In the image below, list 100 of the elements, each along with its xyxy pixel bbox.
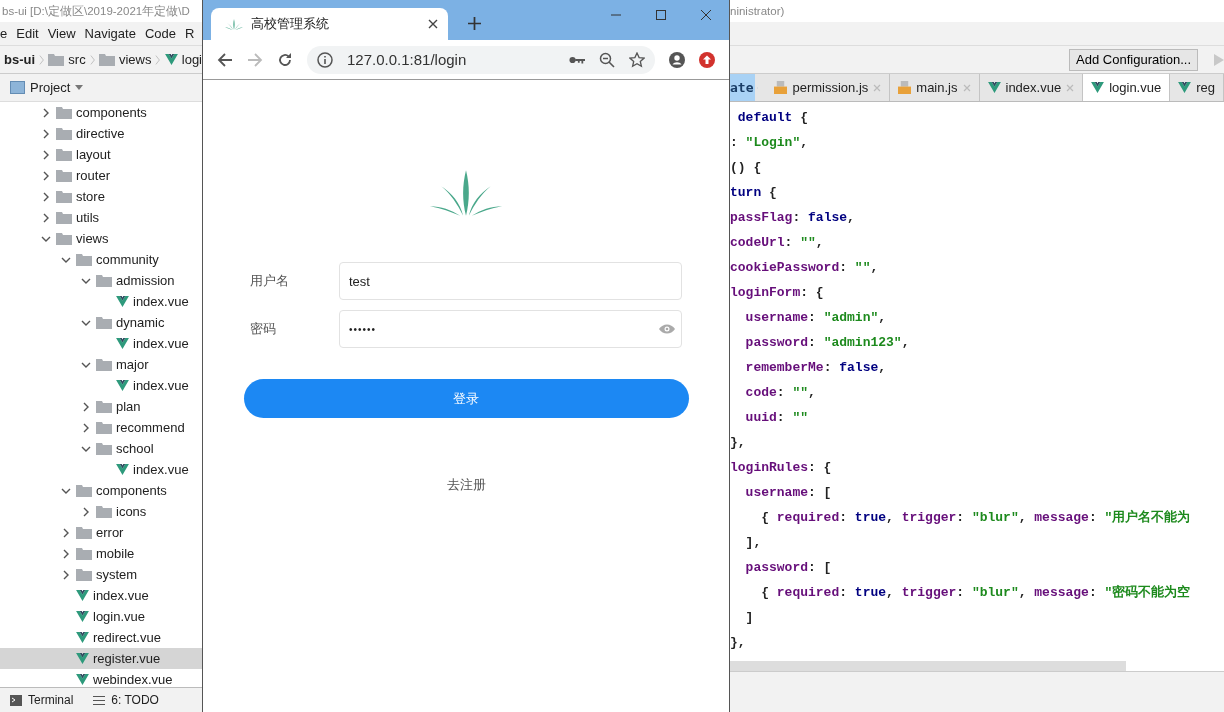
chevron-icon[interactable]	[41, 107, 51, 118]
vue-file-icon	[116, 380, 129, 391]
js-file-icon	[898, 81, 912, 94]
folder-icon	[76, 253, 92, 266]
vue-file-icon	[116, 338, 129, 349]
chevron-icon[interactable]	[61, 548, 71, 559]
tree-item[interactable]: store	[0, 186, 202, 207]
tree-item[interactable]: login.vue	[0, 606, 202, 627]
login-button[interactable]: 登录	[243, 379, 689, 418]
menu-item[interactable]: Navigate	[84, 26, 136, 41]
tree-item[interactable]: recommend	[0, 417, 202, 438]
vue-file-icon	[76, 611, 89, 622]
vue-file-icon	[76, 590, 89, 601]
list-icon	[93, 694, 106, 706]
chevron-icon[interactable]	[41, 149, 51, 160]
update-icon[interactable]	[699, 51, 715, 68]
tree-item[interactable]: register.vue	[0, 648, 202, 669]
vue-file-icon	[1178, 82, 1192, 93]
zoom-out-icon[interactable]	[599, 51, 615, 68]
chevron-icon[interactable]	[41, 191, 51, 202]
field-label: 密码	[250, 320, 277, 338]
tree-item[interactable]: utils	[0, 207, 202, 228]
menu-item[interactable]: Code	[144, 26, 176, 41]
tree-item[interactable]: index.vue	[0, 585, 202, 606]
tree-item[interactable]: community	[0, 249, 202, 270]
code-line: username: "admin",	[744, 309, 888, 327]
tool-window-tab[interactable]: Terminal	[10, 693, 74, 707]
folder-icon	[76, 547, 92, 560]
address-bar[interactable]: 127.0.0.1:81/login	[307, 45, 655, 74]
close-icon[interactable]	[701, 10, 711, 20]
vue-file-icon	[987, 82, 1001, 93]
code-line: loginRules: {	[730, 459, 833, 477]
run-configuration-button[interactable]: Add Configuration...	[1069, 48, 1198, 71]
code-line: ]	[744, 609, 755, 627]
tree-item[interactable]: major	[0, 354, 202, 375]
folder-icon	[56, 232, 72, 245]
chevron-icon[interactable]	[61, 569, 71, 580]
tree-item[interactable]: webindex.vue	[0, 669, 202, 687]
chevron-icon[interactable]	[81, 506, 91, 517]
folder-icon	[96, 316, 112, 329]
breadcrumb-item[interactable]: ate	[730, 74, 756, 101]
chevron-icon[interactable]	[41, 128, 51, 139]
folder-icon	[96, 358, 112, 371]
editor-tab[interactable]: login.vue	[1083, 74, 1171, 101]
tree-item[interactable]: icons	[0, 501, 202, 522]
tree-item[interactable]: system	[0, 564, 202, 585]
breadcrumb-item[interactable]: src	[68, 52, 86, 67]
tree-item[interactable]: components	[0, 102, 202, 123]
tree-item[interactable]: plan	[0, 396, 202, 417]
close-icon[interactable]	[428, 19, 438, 29]
menu-item[interactable]: R	[185, 26, 195, 41]
chevron-icon[interactable]	[81, 401, 91, 412]
tree-item[interactable]: mobile	[0, 543, 202, 564]
breadcrumb-item[interactable]: logi	[181, 52, 202, 67]
register-link[interactable]: 去注册	[446, 476, 486, 494]
tree-item[interactable]: admission	[0, 270, 202, 291]
chevron-icon[interactable]	[81, 422, 91, 433]
chevron-icon[interactable]	[41, 212, 51, 223]
username-field[interactable]: test	[339, 262, 682, 300]
panel-title[interactable]: Project	[30, 80, 71, 95]
vue-file-icon	[1091, 82, 1105, 93]
tree-item[interactable]: school	[0, 438, 202, 459]
star-icon[interactable]	[629, 51, 645, 68]
chevron-right-icon	[155, 53, 161, 66]
tree-item[interactable]: components	[0, 480, 202, 501]
tree-item[interactable]: router	[0, 165, 202, 186]
editor-tab[interactable]: permission.js	[766, 74, 891, 101]
tree-item[interactable]: index.vue	[0, 375, 202, 396]
info-icon	[317, 51, 333, 68]
tree-item[interactable]: layout	[0, 144, 202, 165]
chevron-icon[interactable]	[41, 170, 51, 181]
tree-item[interactable]: views	[0, 228, 202, 249]
folder-icon	[98, 53, 115, 66]
tree-item[interactable]: error	[0, 522, 202, 543]
tree-item[interactable]: dynamic	[0, 312, 202, 333]
account-icon[interactable]	[669, 51, 685, 68]
password-field[interactable]: ••••••	[339, 310, 682, 348]
back-icon[interactable]	[217, 51, 233, 68]
reload-icon[interactable]	[277, 51, 293, 68]
caret-icon[interactable]	[75, 85, 84, 90]
menu-item[interactable]: Edit	[16, 26, 39, 41]
tree-item[interactable]: index.vue	[0, 333, 202, 354]
tool-window-tab[interactable]: 6: TODO	[93, 693, 159, 707]
maximize-icon[interactable]	[656, 10, 666, 20]
scrollbar-thumb[interactable]	[730, 661, 1126, 671]
tree-item[interactable]: index.vue	[0, 291, 202, 312]
window-icon	[10, 81, 25, 94]
tree-item[interactable]: index.vue	[0, 459, 202, 480]
tree-item[interactable]: redirect.vue	[0, 627, 202, 648]
menu-item[interactable]: View	[47, 26, 76, 41]
tree-item[interactable]: directive	[0, 123, 202, 144]
menu-item[interactable]: e	[0, 26, 8, 41]
plus-icon[interactable]	[468, 17, 481, 30]
breadcrumb-item[interactable]: views	[118, 52, 152, 67]
editor-tab[interactable]: reg	[1170, 74, 1224, 101]
chevron-right-icon	[39, 53, 45, 66]
browser-tab[interactable]: 高校管理系统	[211, 8, 448, 40]
editor-tab[interactable]: main.js	[890, 74, 980, 101]
chevron-icon[interactable]	[61, 527, 71, 538]
breadcrumb-item[interactable]: bs-ui	[4, 52, 36, 67]
